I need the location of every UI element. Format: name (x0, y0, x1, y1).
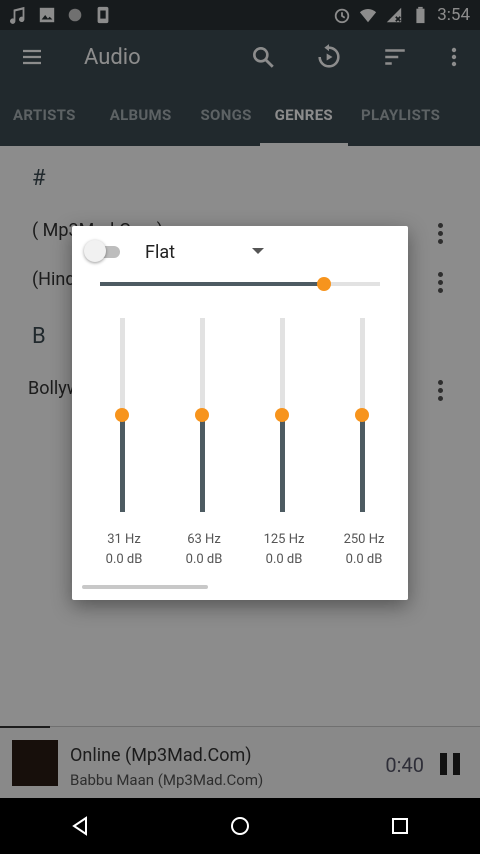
band-thumb[interactable] (355, 408, 369, 422)
band-gain: 0.0 dB (265, 552, 303, 567)
band-frequency: 63 Hz (187, 532, 221, 547)
band-slider[interactable]: 31 Hz 0.0 dB (84, 318, 164, 568)
band-slider[interactable]: 250 Hz 0.0 dB (324, 318, 404, 568)
band-slider[interactable]: 125 Hz 0.0 dB (244, 318, 324, 568)
band-frequency: 125 Hz (263, 532, 305, 547)
horizontal-scrollbar[interactable] (82, 585, 208, 589)
equalizer-dialog: Flat 31 Hz 0.0 dB 63 Hz 0.0 dB 125 Hz 0.0 dB 2… (72, 226, 408, 600)
band-gain: 0.0 dB (105, 552, 143, 567)
band-fill (360, 415, 365, 512)
band-gain: 0.0 dB (185, 552, 223, 567)
band-frequency: 250 Hz (343, 532, 385, 547)
band-thumb[interactable] (275, 408, 289, 422)
band-slider[interactable]: 63 Hz 0.0 dB (164, 318, 244, 568)
dropdown-arrow-icon[interactable] (252, 248, 264, 254)
home-icon[interactable] (228, 814, 252, 838)
band-fill (120, 415, 125, 512)
back-icon[interactable] (68, 814, 92, 838)
preset-dropdown-label[interactable]: Flat (145, 242, 175, 263)
preamp-slider[interactable] (100, 277, 380, 291)
band-fill (200, 415, 205, 512)
band-sliders: 31 Hz 0.0 dB 63 Hz 0.0 dB 125 Hz 0.0 dB 250 Hz… (84, 318, 404, 568)
equalizer-toggle[interactable] (84, 240, 122, 262)
band-fill (280, 415, 285, 512)
band-thumb[interactable] (115, 408, 129, 422)
band-thumb[interactable] (195, 408, 209, 422)
system-nav-bar (0, 798, 480, 854)
band-gain: 0.0 dB (345, 552, 383, 567)
band-frequency: 31 Hz (107, 532, 141, 547)
recents-icon[interactable] (388, 814, 412, 838)
slider-thumb[interactable] (317, 277, 331, 291)
